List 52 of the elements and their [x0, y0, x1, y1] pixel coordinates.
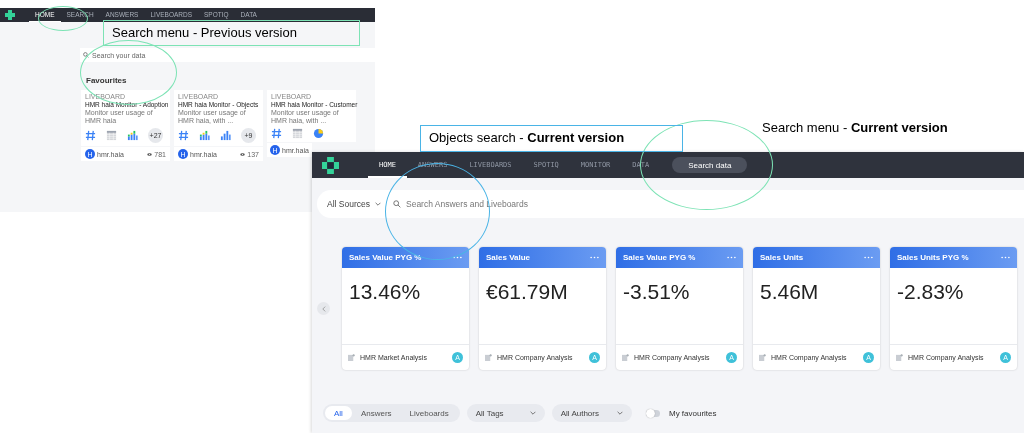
- kpi-value: 13.46%: [349, 280, 421, 304]
- previous-button[interactable]: [317, 302, 330, 315]
- hash-icon: [178, 130, 189, 142]
- section-title: Favourites: [86, 76, 127, 85]
- kpi-value: -2.83%: [897, 280, 964, 304]
- liveboard-icon: [348, 354, 355, 361]
- search-icon: [83, 52, 89, 58]
- liveboard-icon: [622, 354, 629, 361]
- logo-icon: [5, 10, 15, 20]
- chevron-down-icon: [375, 202, 381, 206]
- more-icon[interactable]: [590, 256, 599, 259]
- chevron-down-icon: [616, 411, 623, 415]
- card-title: Sales Value: [486, 253, 531, 262]
- hash-icon: [85, 130, 96, 142]
- tags-dropdown[interactable]: All Tags: [466, 404, 545, 422]
- pie-chart-icon: [313, 128, 324, 140]
- search-data-button[interactable]: Search data: [672, 157, 748, 173]
- annotation-label: Search menu - Current version: [762, 120, 948, 135]
- filter-tab[interactable]: Answers: [351, 406, 401, 420]
- source-dropdown[interactable]: All Sources: [317, 190, 389, 218]
- card-title: Sales Value PYG %: [623, 253, 696, 262]
- eye-icon: [240, 152, 246, 156]
- logo-icon: [322, 156, 339, 174]
- more-icon[interactable]: [727, 256, 736, 259]
- kpi-value: 5.46M: [760, 280, 819, 304]
- search-icon: [393, 200, 401, 208]
- table-icon: [292, 128, 303, 140]
- liveboard-icon: [485, 354, 492, 361]
- toggle-label: My favourites: [668, 408, 717, 418]
- card-title: Sales Units PYG %: [897, 253, 969, 262]
- eye-icon: [147, 152, 153, 156]
- kpi-value: -3.51%: [623, 280, 690, 304]
- stacked-bar-icon: [199, 130, 210, 142]
- annotation-label: Search menu - Previous version: [103, 20, 360, 46]
- authors-dropdown[interactable]: All Authors: [551, 404, 632, 422]
- hash-icon: [271, 128, 282, 140]
- kpi-value: €61.79M: [486, 280, 568, 304]
- more-icon[interactable]: [1001, 256, 1010, 259]
- chevron-left-icon: [321, 305, 326, 312]
- stacked-bar-icon: [127, 130, 138, 142]
- filter-tab[interactable]: Liveboards: [400, 406, 458, 420]
- table-icon: [106, 130, 117, 142]
- annotation-label: Objects search - Current version: [420, 125, 683, 152]
- chevron-down-icon: [529, 411, 536, 415]
- liveboard-icon: [759, 354, 766, 361]
- toggle-switch[interactable]: [645, 409, 660, 417]
- filter-tab[interactable]: All: [325, 406, 352, 420]
- bar-chart-icon: [220, 130, 231, 142]
- card-title: Sales Value PYG %: [349, 253, 422, 262]
- card-title: Sales Units: [760, 253, 804, 262]
- more-icon[interactable]: [864, 256, 873, 259]
- liveboard-icon: [896, 354, 903, 361]
